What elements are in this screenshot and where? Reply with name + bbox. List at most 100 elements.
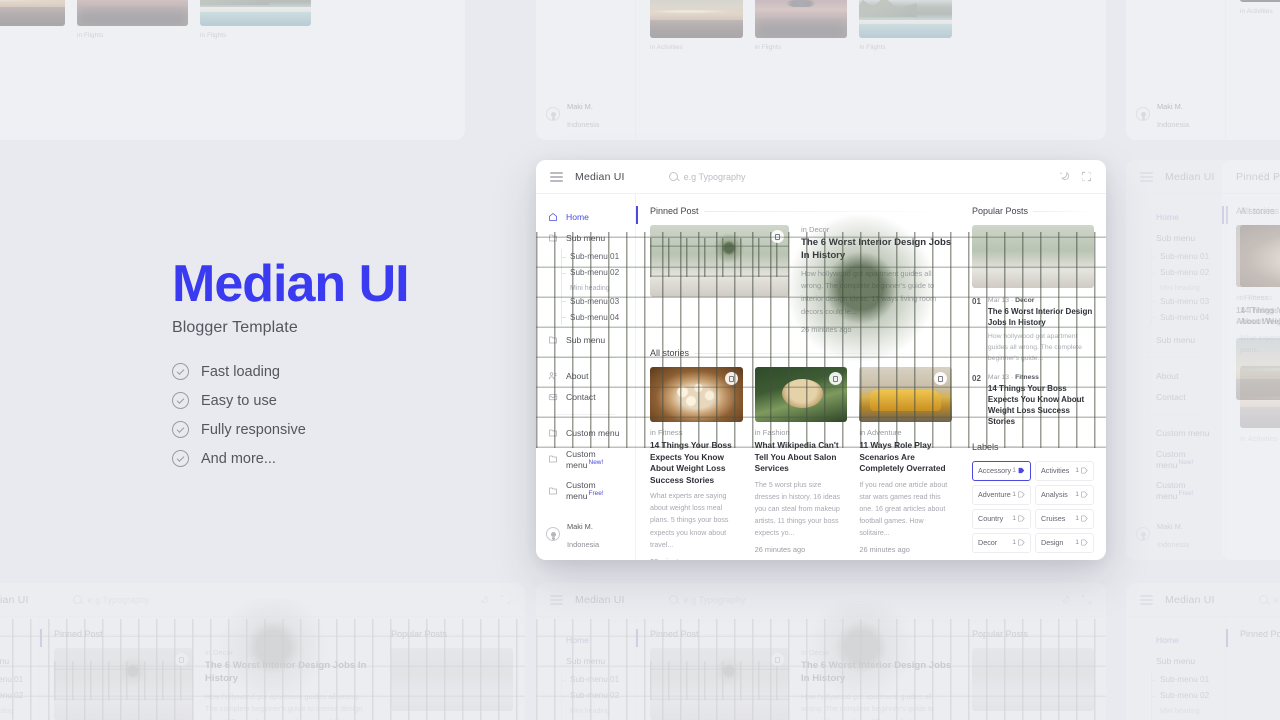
- post-time: 26 minutes ago: [859, 545, 910, 555]
- feature-item: And more...: [172, 450, 409, 467]
- check-circle-icon: [172, 421, 189, 438]
- bg-center-5: All stories in Fitness14 Things Your Bos…: [1222, 194, 1280, 560]
- bg-body-6: Home Sub menu Sub-menu 01 Sub-menu 02 Mi…: [0, 617, 525, 720]
- folder-icon: [549, 455, 557, 463]
- label-chip[interactable]: Decor 1: [972, 532, 1031, 553]
- bg-center-3: Success StoriesWhat experts are saying a…: [1226, 0, 1280, 140]
- pinned-post-heading-label: Pinned Post: [650, 206, 699, 216]
- bg-topbar-8: Median UI e.g Typography: [1126, 583, 1280, 617]
- topbar-actions: [1059, 171, 1092, 182]
- label-chip[interactable]: Adventure 1: [972, 484, 1031, 505]
- label-chip-name: Cruises: [1041, 514, 1066, 524]
- search-placeholder: e.g Typography: [683, 171, 746, 182]
- hero-feature-list: Fast loading Easy to use Fully responsiv…: [172, 363, 409, 467]
- bg-right-6: Popular Posts: [385, 617, 525, 720]
- tag-icon: [1018, 539, 1025, 546]
- app-body: Home Sub menu Sub-menu 01 Sub-menu 02 Mi…: [536, 194, 1106, 560]
- app-topbar: Median UI e.g Typography: [536, 160, 1106, 194]
- user-location: Indonesia: [567, 540, 600, 549]
- tag-icon: [1018, 491, 1025, 498]
- label-chip-name: Accessory: [978, 466, 1012, 476]
- check-circle-icon: [172, 363, 189, 380]
- label-chip[interactable]: Accessory 1: [972, 460, 1031, 481]
- menu-icon[interactable]: [550, 171, 563, 182]
- main-window: Median UI e.g Typography Home Custom men…: [536, 160, 1106, 560]
- label-chip[interactable]: Activities 1: [1035, 460, 1094, 481]
- bg-sidebar-3: Maki M. Indonesia: [1126, 0, 1226, 140]
- label-chip-name: Adventure: [978, 490, 1011, 500]
- bg-center-8: Pinned Post: [1226, 617, 1280, 720]
- sidebar-item-custom-menu-3[interactable]: Custom menuFree!: [546, 475, 625, 507]
- bg-body-8: Home Sub menu Sub-menu 01 Sub-menu 02 Mi…: [1126, 617, 1280, 720]
- label-chip-name: Analysis: [1041, 490, 1068, 500]
- background-window-bottom-center: Median UI e.g Typography Home Sub menu S…: [536, 583, 1106, 720]
- tag-icon: [1081, 491, 1088, 498]
- label-chip-name: Decor: [978, 538, 998, 548]
- bg-grid2: in Activities in Flights in Flights: [0, 0, 311, 42]
- label-chip-name: Country: [978, 514, 1004, 524]
- bg-center: Success StoriesWhat experts are saying a…: [0, 0, 325, 140]
- bg-body: Success StoriesWhat experts are saying a…: [0, 0, 465, 140]
- theme-switch-icon[interactable]: [1059, 171, 1070, 182]
- fullscreen-icon[interactable]: [1081, 171, 1092, 182]
- bg-center-2: Success StoriesWhat experts are saying a…: [636, 0, 966, 140]
- check-circle-icon: [172, 392, 189, 409]
- popular-posts-heading-label: Popular Posts: [972, 206, 1029, 216]
- home-icon: [549, 212, 557, 221]
- popular-featured-thumbnail[interactable]: [972, 225, 1094, 288]
- bg-right-2: Accessory1 Activities1 Adventure1 Analys…: [966, 0, 1106, 140]
- label-chip-count: 1: [1012, 539, 1016, 547]
- bg-sidebar-4: Home Sub menu Sub-menu 01 Sub-menu 02 Mi…: [1126, 194, 1226, 560]
- background-window-mid-far-right: Pinned Post All stories in Fitness14 Thi…: [1222, 160, 1280, 560]
- sidebar-item-label: Home: [566, 211, 589, 222]
- hero-title: Median UI: [172, 255, 410, 313]
- badge-free: Free!: [588, 490, 604, 498]
- post-time: 26 minutes ago: [754, 545, 806, 555]
- label-chip[interactable]: Cruises 1: [1035, 508, 1094, 529]
- feature-label: And more...: [201, 450, 276, 467]
- bg-body-3: Maki M.Indonesia Success StoriesWhat exp…: [1126, 0, 1280, 140]
- bg-sidebar-8: Home Sub menu Sub-menu 01 Sub-menu 02 Mi…: [1126, 617, 1226, 720]
- post-time: 26 minutes ago: [650, 557, 743, 560]
- bg-right-7: Popular Posts: [966, 617, 1106, 720]
- popular-posts-heading: Popular Posts: [972, 206, 1094, 216]
- tag-icon: [1081, 467, 1088, 474]
- right-sidebar: Popular Posts 01 Mar 13 · Decor The 6 Wo…: [966, 194, 1106, 560]
- label-chip-count: 1: [1075, 515, 1079, 523]
- tag-icon: [1018, 468, 1025, 474]
- labels-grid: Accessory 1 Activities 1 Adventure 1 Ana…: [972, 460, 1094, 553]
- label-chip-count: 1: [1075, 467, 1079, 475]
- page-root: Success StoriesWhat experts are saying a…: [0, 0, 1280, 720]
- feature-item: Fully responsive: [172, 421, 409, 438]
- feature-label: Fully responsive: [201, 421, 306, 438]
- bg-topbar-5: Pinned Post: [1222, 160, 1280, 194]
- label-chip-count: 1: [1012, 491, 1016, 499]
- bg-body-7: Home Sub menu Sub-menu 01 Sub-menu 02 Mi…: [536, 617, 1106, 720]
- bg-body-2: Maki M.Indonesia Success StoriesWhat exp…: [536, 0, 1106, 140]
- background-window-top-right: Maki M.Indonesia Success StoriesWhat exp…: [1126, 0, 1280, 140]
- label-chip-count: 1: [1012, 467, 1016, 475]
- tag-icon: [1081, 539, 1088, 546]
- folder-icon: [549, 487, 557, 495]
- sidebar-user[interactable]: Maki M. Indonesia: [536, 516, 635, 552]
- tag-icon: [1081, 515, 1088, 522]
- tag-icon: [1018, 515, 1025, 522]
- hero: Median UI Blogger Template Fast loading …: [172, 255, 410, 467]
- label-chip[interactable]: Design 1: [1035, 532, 1094, 553]
- label-chip[interactable]: Analysis 1: [1035, 484, 1094, 505]
- avatar: [546, 527, 560, 541]
- label-chip-count: 1: [1075, 539, 1079, 547]
- sidebar-item-home[interactable]: Home: [546, 206, 625, 227]
- label-chip[interactable]: Country 1: [972, 508, 1031, 529]
- feature-label: Fast loading: [201, 363, 280, 380]
- post-excerpt: What experts are saying about weight los…: [650, 491, 729, 549]
- show-all-labels-link[interactable]: Show all (+23): [972, 559, 1018, 560]
- bg-sidebar-2: Maki M. Indonesia: [536, 0, 636, 140]
- label-chip-count: 1: [1075, 491, 1079, 499]
- background-window-bottom-left: Median UI e.g Typography Home Sub menu S…: [0, 583, 525, 720]
- badge-new: New!: [588, 458, 604, 466]
- search-input[interactable]: e.g Typography: [668, 171, 746, 182]
- background-window-top-left: Success StoriesWhat experts are saying a…: [0, 0, 465, 140]
- background-window-bottom-right: Median UI e.g Typography Home Sub menu S…: [1126, 583, 1280, 720]
- post-excerpt: The 5 worst plus size dresses in history…: [754, 480, 841, 538]
